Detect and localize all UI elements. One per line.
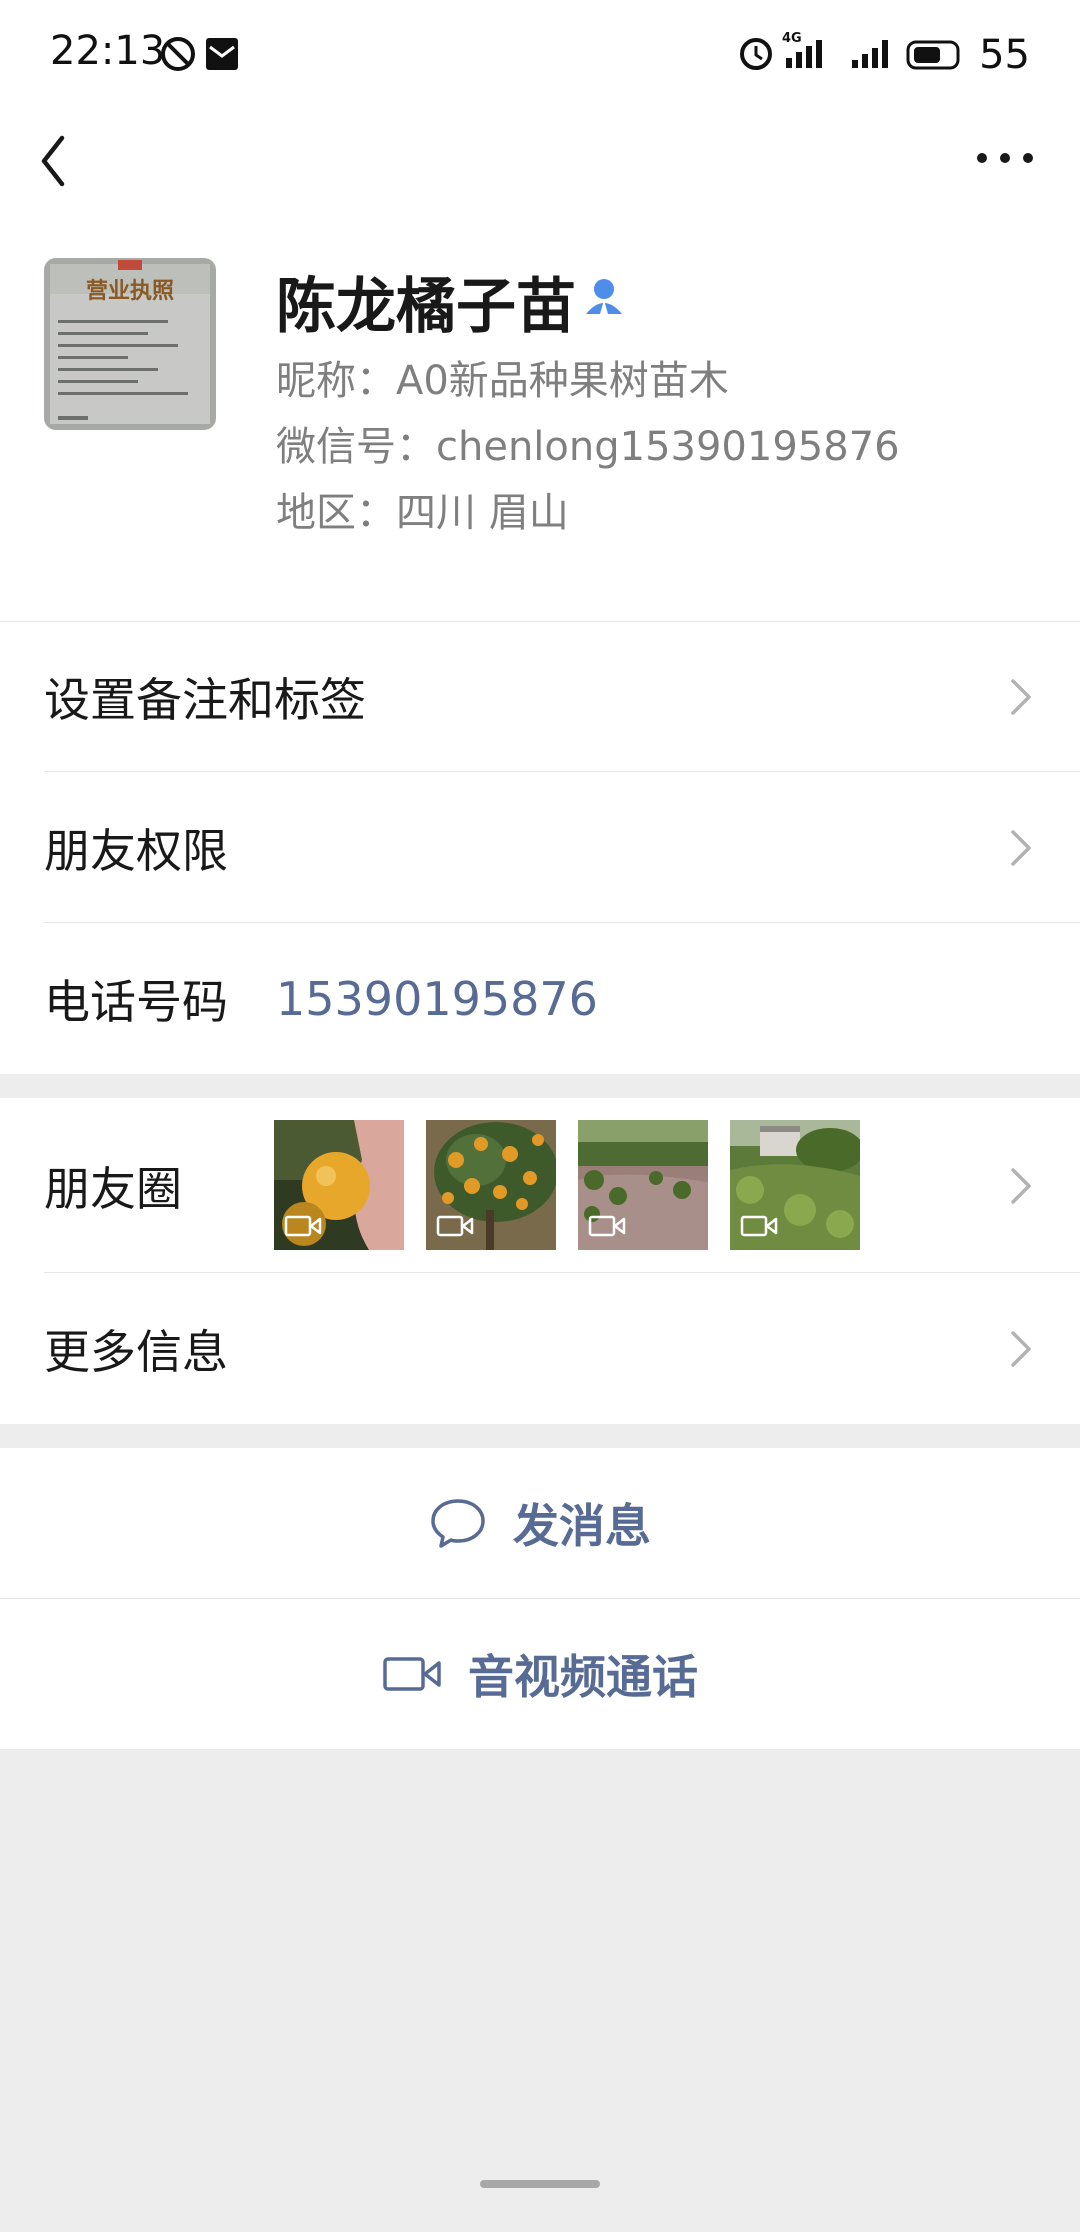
status-left-icons [160,34,240,78]
phone-number-link[interactable]: 15390195876 [276,972,598,1026]
do-not-disturb-icon [161,37,195,71]
chevron-right-icon [1011,1331,1031,1367]
send-message-button[interactable]: 发消息 [0,1448,1080,1598]
more-button[interactable] [970,134,1040,180]
divider [44,771,1080,772]
chat-bubble-icon [431,1499,485,1548]
moments-section: 朋友圈 更多信息 [0,1098,1080,1424]
profile-wechat-id: 微信号：chenlong15390195876 [276,424,900,470]
video-icon [588,1215,626,1237]
divider [44,922,1080,923]
status-time: 22:13 [50,28,166,74]
moments-thumbnail[interactable] [730,1120,860,1250]
profile-header: 营业执照 陈龙橘子苗 昵称：A0新品种果树苗木 微信号：chenlong1539… [0,228,1080,622]
row-moments[interactable]: 朋友圈 [0,1098,1080,1273]
profile-nickname: 昵称：A0新品种果树苗木 [276,358,729,404]
battery-icon [906,40,960,70]
moments-thumbnail[interactable] [426,1120,556,1250]
avatar[interactable]: 营业执照 [44,258,216,430]
divider [44,1272,1080,1273]
signal-icon [852,40,888,68]
nav-bar [0,108,1080,228]
video-camera-icon [383,1657,441,1691]
contact-verified-icon [586,279,622,317]
signal-4g-icon: 4G [782,31,822,68]
profile-name: 陈龙橘子苗 [276,272,576,342]
more-dots-icon [977,153,1033,163]
row-remark-label: 设置备注和标签 [44,673,366,727]
row-more-info-label: 更多信息 [44,1325,228,1379]
video-icon [284,1215,322,1237]
chevron-right-icon [1011,1167,1031,1204]
chevron-right-icon [1011,830,1031,866]
row-moments-label: 朋友圈 [44,1161,182,1216]
row-remark-tags[interactable]: 设置备注和标签 [0,622,1080,772]
row-permission-label: 朋友权限 [44,824,228,878]
video-call-label: 音视频通话 [468,1650,698,1704]
info-section: 设置备注和标签 朋友权限 电话号码 15390195876 [0,622,1080,1074]
row-phone-label: 电话号码 [44,975,228,1029]
avatar-text: 营业执照 [86,279,174,304]
row-more-info[interactable]: 更多信息 [0,1274,1080,1424]
video-icon [740,1215,778,1237]
back-button[interactable] [30,122,90,192]
chevron-left-icon [41,135,65,187]
chevron-right-icon [1011,679,1031,715]
profile-region: 地区：四川 眉山 [276,490,569,536]
network-label: 4G [782,31,802,46]
mail-icon [206,38,238,70]
moments-thumbnail[interactable] [274,1120,404,1250]
alarm-icon [740,38,772,70]
status-right-icons: 4G 55 [740,26,1030,82]
video-call-button[interactable]: 音视频通话 [0,1599,1080,1749]
send-message-label: 发消息 [513,1499,651,1553]
home-indicator[interactable] [480,2180,600,2188]
status-bar: 22:13 4G 55 [0,0,1080,108]
row-friend-permissions[interactable]: 朋友权限 [0,773,1080,923]
battery-level: 55 [979,32,1030,78]
moments-thumbnail[interactable] [578,1120,708,1250]
video-icon [436,1215,474,1237]
row-phone: 电话号码 15390195876 [0,924,1080,1074]
